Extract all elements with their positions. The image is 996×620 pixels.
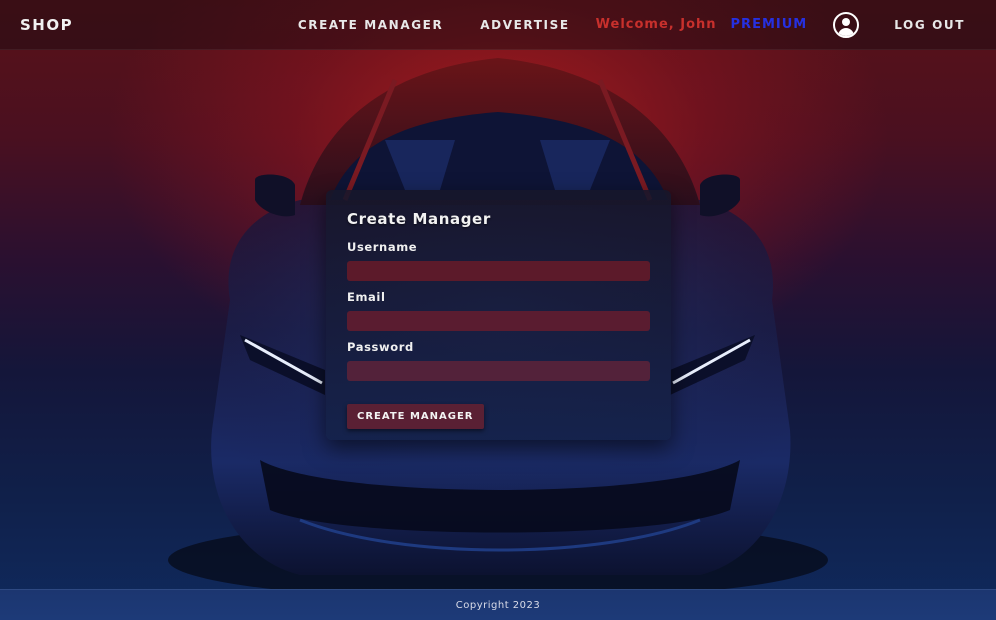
nav-create-manager-link[interactable]: CREATE MANAGER	[298, 18, 443, 32]
logout-link[interactable]: LOG OUT	[894, 18, 965, 32]
brand-logo[interactable]: SHOP	[20, 16, 73, 34]
email-label: Email	[347, 290, 386, 304]
nav-menu: CREATE MANAGER ADVERTISE Welcome, John P…	[298, 11, 976, 38]
nav-advertise-link[interactable]: ADVERTISE	[480, 18, 569, 32]
user-avatar-icon[interactable]	[833, 11, 860, 38]
password-input[interactable]	[347, 361, 650, 381]
create-manager-form: Create Manager Username Email Password C…	[326, 190, 671, 440]
create-manager-button[interactable]: CREATE MANAGER	[347, 404, 484, 429]
email-input[interactable]	[347, 311, 650, 331]
form-title: Create Manager	[347, 210, 491, 228]
welcome-text: Welcome, John	[595, 17, 717, 32]
avatar-body-shape	[838, 27, 855, 36]
page-footer: Copyright 2023	[0, 589, 996, 620]
copyright-text: Copyright 2023	[455, 599, 541, 611]
avatar-head-shape	[842, 17, 851, 26]
top-navbar: SHOP CREATE MANAGER ADVERTISE Welcome, J…	[0, 0, 996, 50]
password-label: Password	[347, 340, 414, 354]
username-input[interactable]	[347, 261, 650, 281]
premium-badge: PREMIUM	[730, 17, 808, 32]
username-label: Username	[347, 240, 418, 254]
